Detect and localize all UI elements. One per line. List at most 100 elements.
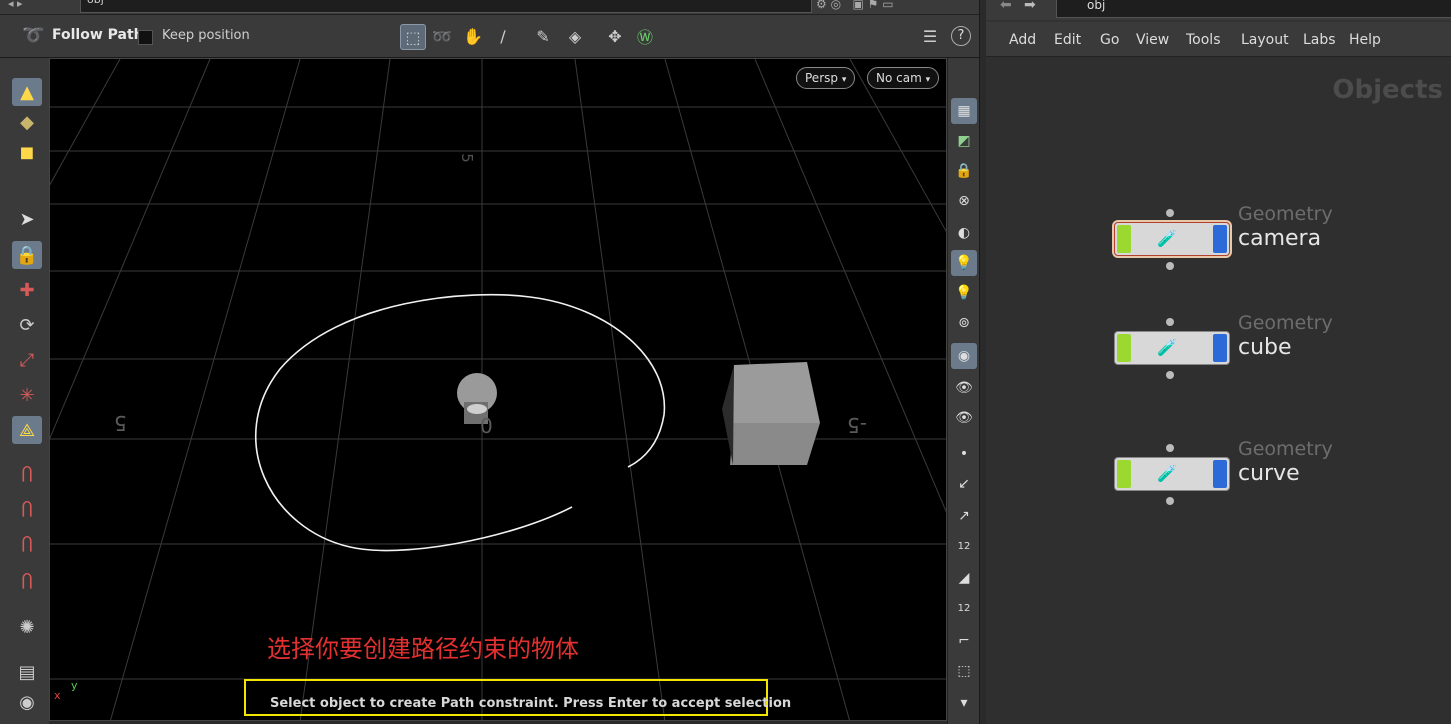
scale-tool-icon[interactable]: ⤢ (12, 346, 42, 374)
hull-display-icon[interactable]: ⌐ (951, 628, 977, 654)
node-cube[interactable]: 🧪 (1114, 331, 1230, 365)
select-objects-icon[interactable]: ▲ (12, 78, 42, 106)
select-tool-icon[interactable]: ➤ (12, 205, 42, 233)
back-arrow-icon[interactable]: ⬅ (1000, 0, 1012, 13)
lights-icon[interactable]: 💡 (951, 280, 977, 306)
axis-x-label: x (54, 689, 61, 702)
status-message: Select object to create Path constraint.… (270, 696, 792, 711)
menu-layout[interactable]: Layout (1241, 32, 1289, 48)
node-input-connector[interactable] (1166, 209, 1174, 217)
network-canvas[interactable]: Objects 🧪 Geometry camera 🧪 Geometry cub… (986, 57, 1451, 724)
node-camera[interactable]: 🧪 (1114, 222, 1230, 256)
rotate-tool-icon[interactable]: ⟳ (12, 311, 42, 339)
dropdown-arrow-icon: ▾ (841, 75, 847, 85)
display-geometry-icon[interactable]: 👁 (951, 405, 977, 431)
path-field[interactable]: obj (80, 0, 812, 13)
cube-object[interactable] (722, 362, 820, 465)
network-path-text: obj (1087, 0, 1106, 12)
viewport-display-shelf: ▦ ◩ 🔒 ⊗ ◐ 💡 💡 ⊚ ◉ 👁 👁 • ↙ ↗ 12 ◢ 12 ⌐ ⬚ … (947, 58, 980, 724)
nav-arrows-icon[interactable]: ◂ ▸ (8, 0, 23, 10)
remove-background-icon[interactable]: ⊗ (951, 188, 977, 214)
grid-toggle-icon[interactable]: ▦ (951, 98, 977, 124)
point-numbers-label: 12 (957, 540, 971, 552)
node-display-flag[interactable] (1117, 334, 1131, 362)
point-numbers-icon[interactable]: 12 (951, 533, 977, 559)
node-output-connector[interactable] (1166, 371, 1174, 379)
node-render-flag[interactable] (1213, 460, 1227, 488)
handle-tool-icon[interactable]: ⟁ (12, 416, 42, 444)
grid-label-origin: 0 (480, 413, 493, 437)
node-render-flag[interactable] (1213, 334, 1227, 362)
node-render-flag[interactable] (1213, 225, 1227, 253)
display-options-icon[interactable]: ☰ (918, 24, 942, 48)
menu-go[interactable]: Go (1100, 32, 1119, 48)
lock-camera-icon[interactable]: 🔒 (951, 158, 977, 184)
forward-arrow-icon[interactable]: ➡ (1024, 0, 1036, 13)
snap-grid-icon[interactable]: Ⴖ (12, 461, 42, 489)
menu-help[interactable]: Help (1349, 32, 1381, 48)
help-button[interactable]: ? (951, 26, 971, 46)
node-display-flag[interactable] (1117, 460, 1131, 488)
laser-select-icon[interactable]: ∕ (491, 24, 515, 48)
menu-view[interactable]: View (1136, 32, 1169, 48)
move-tool-icon[interactable]: ✚ (12, 276, 42, 304)
geometry-node-icon: 🧪 (1157, 338, 1177, 357)
viewport-icons[interactable]: ⚙ ◎ ▣ ⚑ ▭ (816, 0, 894, 11)
pose-tool-icon[interactable]: ✳ (12, 381, 42, 409)
scene-viewport[interactable]: 5 5 0 -5 Persp ▾ No cam ▾ 选择你要创建路径约束的物体 … (49, 58, 947, 721)
path-curve[interactable] (254, 293, 666, 552)
view-tool-icon[interactable]: ✺ (12, 613, 42, 641)
menu-edit[interactable]: Edit (1054, 32, 1081, 48)
vertex-normals-icon[interactable]: ↗ (951, 503, 977, 529)
network-path-field[interactable]: obj (1056, 0, 1451, 18)
node-input-connector[interactable] (1166, 444, 1174, 452)
tool-options-bar: ➰ Follow Path Keep position ⬚ ➿ ✋ ∕ ✎ ◈ … (0, 15, 985, 58)
lasso-select-icon[interactable]: ➿ (430, 24, 454, 48)
caption-text: 选择你要创建路径约束的物体 (267, 635, 579, 663)
point-display-icon[interactable]: • (951, 441, 977, 467)
node-type-label: Geometry (1238, 203, 1333, 225)
normals-display-icon[interactable]: ↙ (951, 471, 977, 497)
point-light-icon[interactable]: ⊚ (951, 310, 977, 336)
network-path-bar: ⬅ ➡ obj (986, 0, 1451, 20)
grid-label-left: 5 (114, 411, 127, 435)
snap-magnet-icon[interactable]: Ⴖ (12, 568, 42, 596)
select-primitives-icon[interactable]: ◼ (12, 138, 42, 166)
select-hierarchy-icon[interactable]: ✥ (603, 24, 627, 48)
prim-display-icon[interactable]: ◢ (951, 565, 977, 591)
ground-plane-icon[interactable]: ◩ (951, 128, 977, 154)
follow-path-icon: ➰ (22, 25, 45, 46)
lock-tool-icon[interactable]: 🔒 (12, 241, 42, 269)
display-flag-icon[interactable]: ◉ (12, 688, 42, 716)
brush-select-icon[interactable]: ✋ (461, 24, 485, 48)
select-points-icon[interactable]: ◆ (12, 108, 42, 136)
snap-prim-icon[interactable]: Ⴖ (12, 496, 42, 524)
shelf-more-icon[interactable]: ▾ (951, 690, 977, 716)
geometry-node-icon: 🧪 (1157, 464, 1177, 483)
tool-title: Follow Path (52, 27, 144, 43)
shading-mode-icon[interactable]: ◉ (951, 343, 977, 369)
prim-numbers-icon[interactable]: 12 (951, 595, 977, 621)
node-curve[interactable]: 🧪 (1114, 457, 1230, 491)
display-guides-icon[interactable]: 👁 (951, 375, 977, 401)
world-space-icon[interactable]: Ⓦ (633, 24, 657, 48)
profile-display-icon[interactable]: ⬚ (951, 658, 977, 684)
node-input-connector[interactable] (1166, 318, 1174, 326)
menu-add[interactable]: Add (1009, 32, 1036, 48)
persp-view-button[interactable]: Persp ▾ (796, 67, 856, 89)
headlight-icon[interactable]: 💡 (951, 250, 977, 276)
node-display-flag[interactable] (1117, 225, 1131, 253)
camera-select-button[interactable]: No cam ▾ (867, 67, 940, 89)
node-output-connector[interactable] (1166, 497, 1174, 505)
menu-tools[interactable]: Tools (1186, 32, 1221, 48)
box-select-icon[interactable]: ⬚ (400, 24, 426, 50)
select-groups-icon[interactable]: ◈ (563, 24, 587, 48)
node-name-label: curve (1238, 461, 1300, 486)
node-output-connector[interactable] (1166, 262, 1174, 270)
menu-labs[interactable]: Labs (1303, 32, 1336, 48)
keep-position-checkbox[interactable] (138, 30, 153, 45)
snap-point-icon[interactable]: Ⴖ (12, 531, 42, 559)
select-visible-icon[interactable]: ✎ (531, 24, 555, 48)
render-region-icon[interactable]: ▤ (12, 658, 42, 686)
visualizer-icon[interactable]: ◐ (951, 220, 977, 246)
